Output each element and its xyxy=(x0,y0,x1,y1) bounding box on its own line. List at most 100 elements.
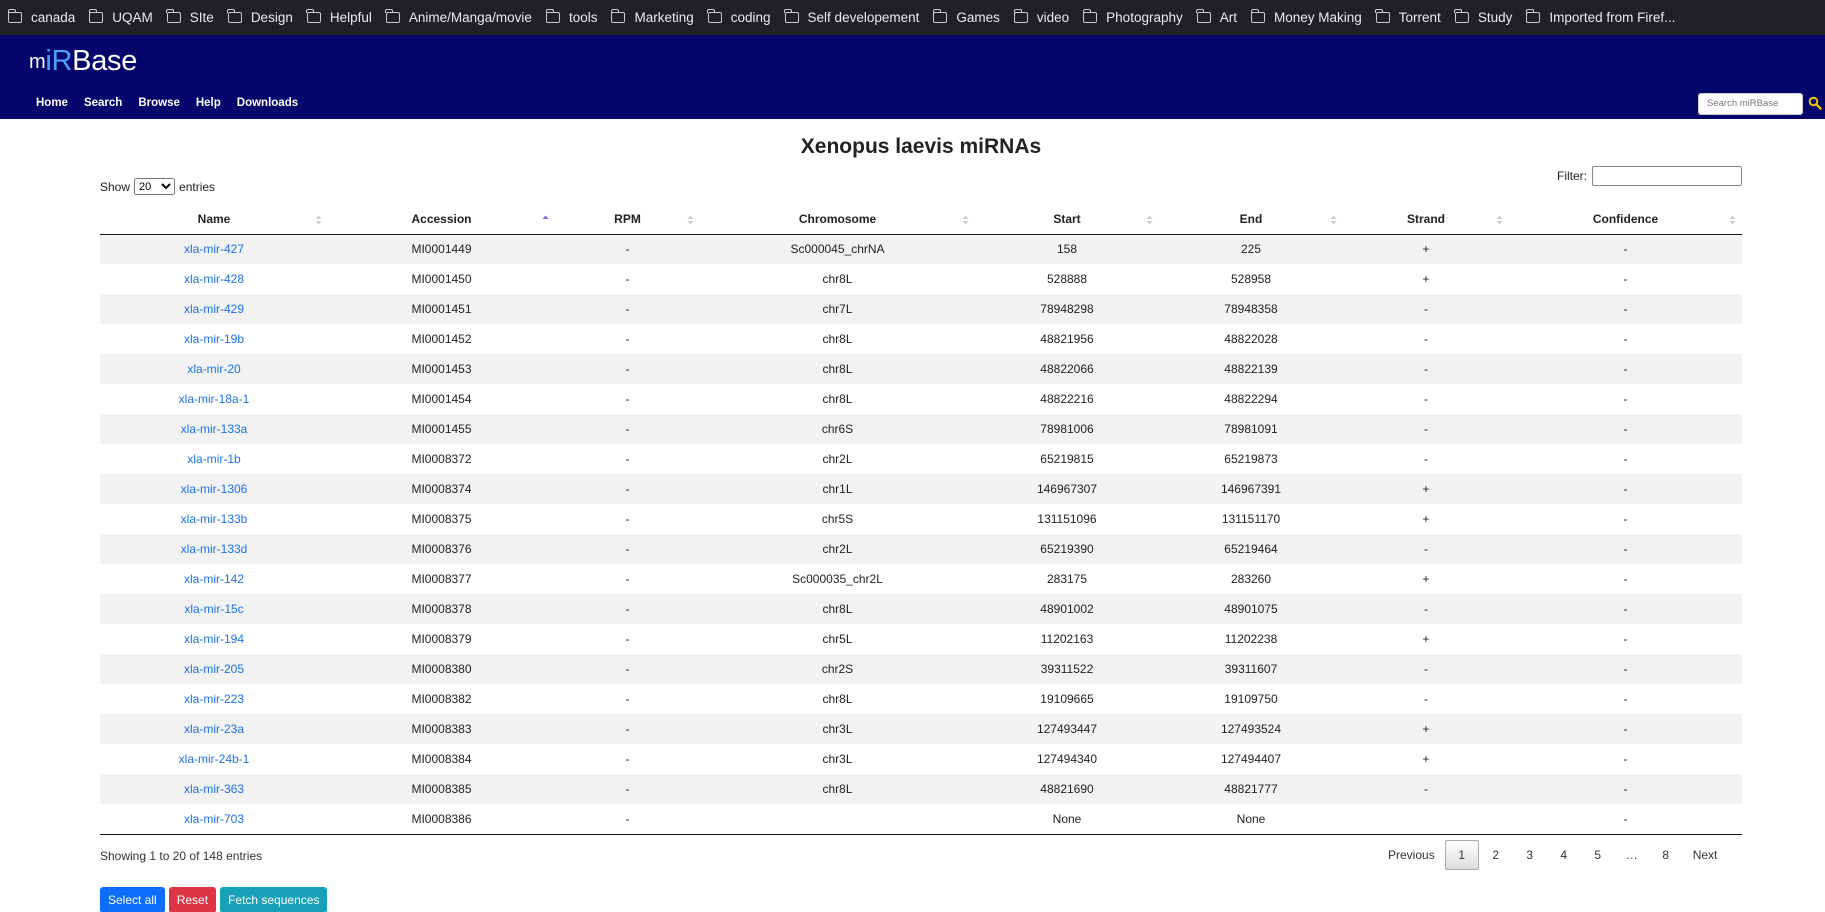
bookmark-self-developement[interactable]: Self developement xyxy=(784,9,919,25)
mirna-name-link[interactable]: xla-mir-15c xyxy=(184,602,243,616)
pagination-page-4[interactable]: 4 xyxy=(1547,840,1581,870)
table-row: xla-mir-205 MI0008380- chr2S 39311522 393116… xyxy=(100,654,1742,684)
bookmark-torrent[interactable]: Torrent xyxy=(1375,9,1441,25)
bookmark-design[interactable]: Design xyxy=(227,9,293,25)
mirna-name-link[interactable]: xla-mir-19b xyxy=(184,332,244,346)
cell-end: 65219873 xyxy=(1224,452,1278,466)
bookmark-helpful[interactable]: Helpful xyxy=(306,9,372,25)
column-header-chromosome[interactable]: Chromosome xyxy=(700,205,975,235)
column-header-end[interactable]: End xyxy=(1159,205,1343,235)
cell-end: 11202238 xyxy=(1224,632,1278,646)
pagination-previous[interactable]: Previous xyxy=(1378,840,1445,870)
bookmark-uqam[interactable]: UQAM xyxy=(88,9,153,25)
bookmark-marketing[interactable]: Marketing xyxy=(611,9,694,25)
column-header-accession[interactable]: Accession xyxy=(328,205,555,235)
cell-chromosome: chr2L xyxy=(700,534,975,564)
pagination-page-5[interactable]: 5 xyxy=(1581,840,1615,870)
column-header-strand[interactable]: Strand xyxy=(1343,205,1509,235)
action-buttons: Select all Reset Fetch sequences xyxy=(100,887,331,912)
cell-strand: + xyxy=(1422,512,1430,526)
bookmark-study[interactable]: Study xyxy=(1454,9,1512,25)
bookmark-site[interactable]: SIte xyxy=(166,9,214,25)
cell-start: 65219815 xyxy=(1040,452,1094,466)
table-body: xla-mir-427 MI0001449- Sc000045_chrNA 158 22… xyxy=(100,234,1742,835)
filter-label: Filter: xyxy=(1557,169,1587,183)
cell-name: xla-mir-18a-1 xyxy=(100,384,328,414)
column-header-label: Accession xyxy=(411,212,472,227)
mirna-name-link[interactable]: xla-mir-142 xyxy=(184,572,244,586)
site-search-input[interactable]: Search miRBase xyxy=(1698,93,1803,115)
pagination-next[interactable]: Next xyxy=(1683,840,1728,870)
mirna-name-link[interactable]: xla-mir-24b-1 xyxy=(179,752,250,766)
bookmark-games[interactable]: Games xyxy=(932,9,1000,25)
select-all-button[interactable]: Select all xyxy=(100,887,165,912)
cell-name: xla-mir-428 xyxy=(100,264,328,294)
sort-ascending-icon xyxy=(542,215,549,219)
mirna-name-link[interactable]: xla-mir-363 xyxy=(184,782,244,796)
mirna-name-link[interactable]: xla-mir-20 xyxy=(187,362,240,376)
mirna-name-link[interactable]: xla-mir-18a-1 xyxy=(179,392,250,406)
mirna-name-link[interactable]: xla-mir-205 xyxy=(184,662,244,676)
entries-select[interactable]: 20 xyxy=(134,178,176,195)
bookmark-imported-from-firef[interactable]: Imported from Firef... xyxy=(1525,9,1675,25)
nav-help[interactable]: Help xyxy=(196,97,221,109)
column-header-rpm[interactable]: RPM xyxy=(555,205,700,235)
cell-name: xla-mir-1306 xyxy=(100,474,328,504)
search-icon[interactable] xyxy=(1808,96,1822,110)
cell-start: 283175 xyxy=(1046,572,1088,586)
mirna-name-link[interactable]: xla-mir-703 xyxy=(184,812,244,826)
folder-icon xyxy=(545,9,560,23)
mirna-name-link[interactable]: xla-mir-1306 xyxy=(181,482,248,496)
bookmark-canada[interactable]: canada xyxy=(7,9,75,25)
cell-accession: MI0008380 xyxy=(328,654,555,684)
column-header-start[interactable]: Start xyxy=(975,205,1159,235)
bookmark-video[interactable]: video xyxy=(1013,9,1069,25)
bookmark-anime-manga-movie[interactable]: Anime/Manga/movie xyxy=(385,9,532,25)
cell-rpm: - xyxy=(555,804,700,835)
bookmark-tools[interactable]: tools xyxy=(545,9,597,25)
folder-icon xyxy=(306,9,321,23)
fetch-sequences-button[interactable]: Fetch sequences xyxy=(220,887,328,912)
mirna-name-link[interactable]: xla-mir-429 xyxy=(184,302,244,316)
cell-confidence: - xyxy=(1509,654,1742,684)
cell-accession: MI0001449 xyxy=(328,234,555,264)
column-header-name[interactable]: Name xyxy=(100,205,328,235)
nav-home[interactable]: Home xyxy=(36,97,68,109)
mirna-name-link[interactable]: xla-mir-1b xyxy=(187,452,240,466)
mirna-name-link[interactable]: xla-mir-133a xyxy=(181,422,248,436)
filter-input[interactable] xyxy=(1592,166,1742,186)
bookmark-label: Design xyxy=(250,10,293,25)
nav-search[interactable]: Search xyxy=(84,97,122,109)
pagination-page-8[interactable]: 8 xyxy=(1649,840,1683,870)
column-header-confidence[interactable]: Confidence xyxy=(1509,205,1742,235)
cell-rpm: - xyxy=(555,774,700,804)
cell-confidence: - xyxy=(1623,572,1628,586)
bookmark-money-making[interactable]: Money Making xyxy=(1250,9,1362,25)
nav-downloads[interactable]: Downloads xyxy=(237,97,298,109)
bookmark-coding[interactable]: coding xyxy=(707,9,771,25)
mirna-name-link[interactable]: xla-mir-194 xyxy=(184,632,244,646)
cell-start: 19109665 xyxy=(1040,692,1094,706)
sort-both-icon xyxy=(1729,215,1736,225)
mirna-name-link[interactable]: xla-mir-133b xyxy=(181,512,248,526)
mirna-name-link[interactable]: xla-mir-223 xyxy=(184,692,244,706)
bookmark-art[interactable]: Art xyxy=(1196,9,1237,25)
pagination-page-3[interactable]: 3 xyxy=(1513,840,1547,870)
mirna-name-link[interactable]: xla-mir-428 xyxy=(184,272,244,286)
cell-accession: MI0008377 xyxy=(411,572,472,586)
cell-end: 65219464 xyxy=(1159,534,1343,564)
mirna-name-link[interactable]: xla-mir-23a xyxy=(184,722,244,736)
mirbase-logo[interactable]: miRBase xyxy=(29,45,137,78)
cell-end: 48822139 xyxy=(1159,354,1343,384)
mirna-name-link[interactable]: xla-mir-133d xyxy=(181,542,248,556)
bookmark-photography[interactable]: Photography xyxy=(1082,9,1183,25)
nav-browse[interactable]: Browse xyxy=(138,97,180,109)
pagination-page-1[interactable]: 1 xyxy=(1444,840,1479,870)
mirna-name-link[interactable]: xla-mir-427 xyxy=(184,242,244,256)
cell-chromosome: chr5L xyxy=(822,632,853,646)
folder-icon xyxy=(1525,9,1541,23)
reset-button[interactable]: Reset xyxy=(168,887,217,912)
cell-start: 48822066 xyxy=(975,354,1159,384)
cell-strand: - xyxy=(1343,294,1509,324)
pagination-page-2[interactable]: 2 xyxy=(1479,840,1513,870)
